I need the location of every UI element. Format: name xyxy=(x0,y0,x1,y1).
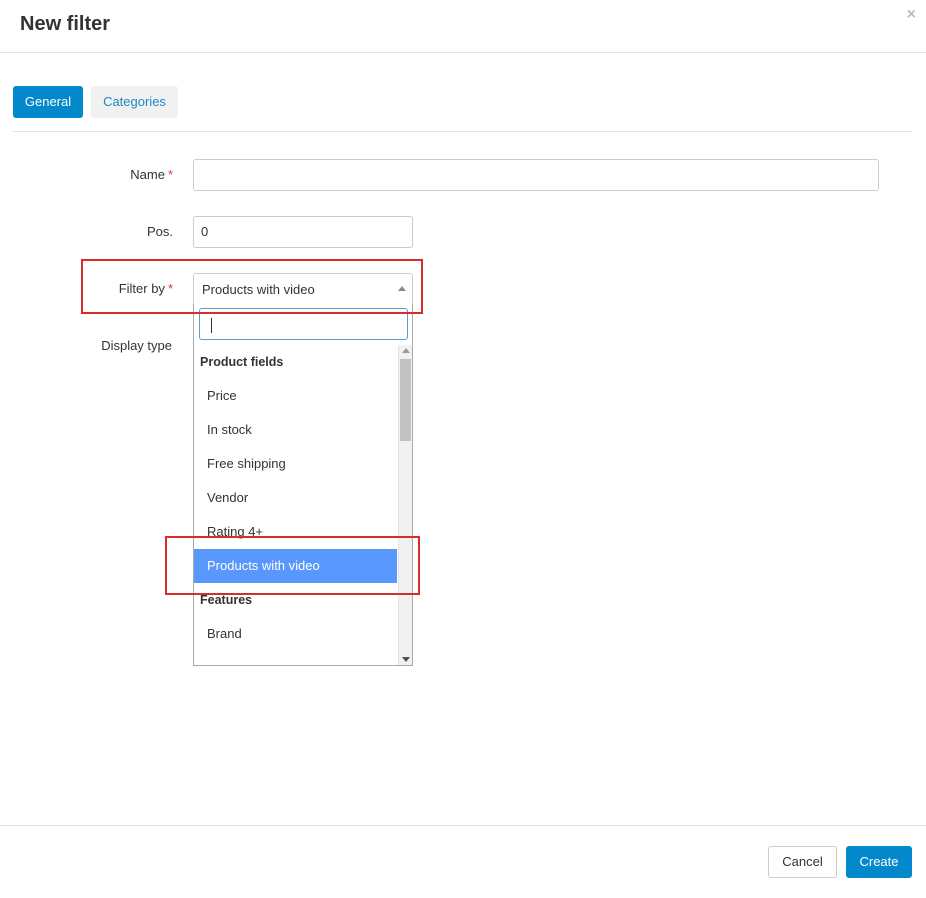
required-marker: * xyxy=(167,167,173,182)
display-type-label: Display type xyxy=(101,338,172,353)
dialog-title: New filter xyxy=(20,13,111,35)
option-products-with-video[interactable]: Products with video xyxy=(194,549,397,583)
scroll-up-arrow-icon[interactable] xyxy=(402,348,410,353)
option-vendor[interactable]: Vendor xyxy=(194,481,397,515)
dropdown-search-input[interactable] xyxy=(199,308,408,340)
close-icon[interactable]: × xyxy=(907,6,916,24)
dialog-header: New filter × xyxy=(0,0,926,53)
scrollbar-thumb[interactable] xyxy=(400,359,411,441)
cancel-button[interactable]: Cancel xyxy=(768,846,837,878)
name-label: Name * xyxy=(53,167,173,182)
filter-by-dropdown: Product fields Price In stock Free shipp… xyxy=(193,304,413,666)
option-brand[interactable]: Brand xyxy=(194,617,397,651)
tab-categories[interactable]: Categories xyxy=(91,86,178,118)
new-filter-dialog: New filter × General Categories Name * Po… xyxy=(0,0,926,898)
filter-by-select[interactable]: Products with video xyxy=(193,273,413,305)
footer-divider xyxy=(0,825,926,826)
filter-by-label-text: Filter by xyxy=(118,281,165,296)
text-caret xyxy=(211,318,212,333)
option-free-shipping[interactable]: Free shipping xyxy=(194,447,397,481)
option-price[interactable]: Price xyxy=(194,379,397,413)
option-group-product-fields: Product fields xyxy=(200,355,284,369)
option-in-stock[interactable]: In stock xyxy=(194,413,397,447)
tabs-divider xyxy=(13,131,913,132)
name-label-text: Name xyxy=(130,167,165,182)
filter-by-label: Filter by * xyxy=(53,281,173,296)
dropdown-scrollbar[interactable] xyxy=(398,345,412,665)
tab-general[interactable]: General xyxy=(13,86,83,118)
option-rating-4-plus[interactable]: Rating 4+ xyxy=(194,515,397,549)
filter-by-selected-value: Products with video xyxy=(202,282,315,297)
option-group-features: Features xyxy=(200,593,253,607)
dropdown-options-list: Product fields Price In stock Free shipp… xyxy=(194,345,397,665)
create-button[interactable]: Create xyxy=(846,846,912,878)
name-input[interactable] xyxy=(193,159,879,191)
scroll-down-arrow-icon[interactable] xyxy=(402,657,410,662)
pos-label: Pos. xyxy=(146,224,173,239)
pos-input[interactable]: 0 xyxy=(193,216,413,248)
required-marker: * xyxy=(167,281,173,296)
triangle-up-icon xyxy=(398,286,406,291)
